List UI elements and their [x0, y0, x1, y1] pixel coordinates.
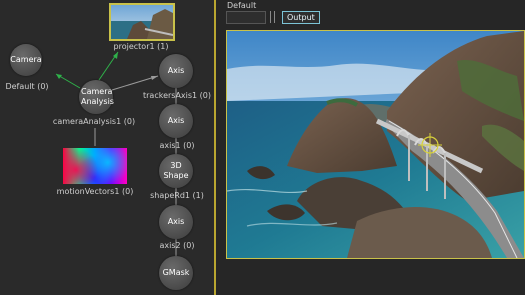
- axis-node-mid[interactable]: Axis: [159, 104, 193, 138]
- separator: [270, 11, 271, 23]
- projector-thumbnail[interactable]: [109, 3, 175, 41]
- motion-vectors-thumbnail[interactable]: [63, 148, 127, 184]
- viewer-image-frame[interactable]: [226, 30, 525, 259]
- viewer-header: Default Output: [216, 0, 525, 28]
- viewer-toggle-button[interactable]: [226, 11, 266, 24]
- output-button[interactable]: Output: [282, 11, 320, 24]
- camera-node[interactable]: Camera: [10, 44, 42, 76]
- shape3d-node[interactable]: 3D Shape: [159, 154, 193, 188]
- axis-node-bottom[interactable]: Axis: [159, 205, 193, 239]
- gmask-node-title: GMask: [162, 268, 190, 277]
- camera-analysis-node-title: Camera Analysis: [81, 87, 114, 106]
- separator: [274, 11, 275, 23]
- projector-label: projector1 (1): [113, 42, 169, 51]
- arrowhead-icon: [151, 76, 158, 80]
- axis-node-mid-title: Axis: [167, 116, 185, 125]
- coastal-bridge-image: [227, 31, 524, 258]
- axis-node-top-label: trackersAxis1 (0): [142, 91, 212, 100]
- camera-node-label: Default (0): [5, 82, 49, 91]
- node-graph-panel[interactable]: projector1 (1) Camera Default (0) Camera…: [0, 0, 214, 295]
- axis-node-mid-label: axis1 (0): [159, 141, 195, 150]
- gmask-node[interactable]: GMask: [159, 256, 193, 290]
- axis-node-top[interactable]: Axis: [159, 54, 193, 88]
- camera-analysis-node-label: cameraAnalysis1 (0): [52, 117, 136, 126]
- viewer-panel[interactable]: Default Output: [216, 0, 525, 295]
- shape3d-node-title: 3D Shape: [163, 161, 189, 180]
- shape3d-node-label: shapeRd1 (1): [150, 191, 204, 200]
- camera-node-title: Camera: [10, 55, 42, 64]
- axis-node-top-title: Axis: [167, 66, 185, 75]
- wire-analysis-axis: [111, 75, 159, 91]
- camera-analysis-node[interactable]: Camera Analysis: [79, 80, 114, 114]
- projector-image: [111, 5, 173, 39]
- motion-vectors-label: motionVectors1 (0): [56, 187, 134, 196]
- axis-node-bottom-label: axis2 (0): [159, 241, 195, 250]
- viewer-name: Default: [227, 1, 257, 10]
- axis-node-bottom-title: Axis: [167, 217, 185, 226]
